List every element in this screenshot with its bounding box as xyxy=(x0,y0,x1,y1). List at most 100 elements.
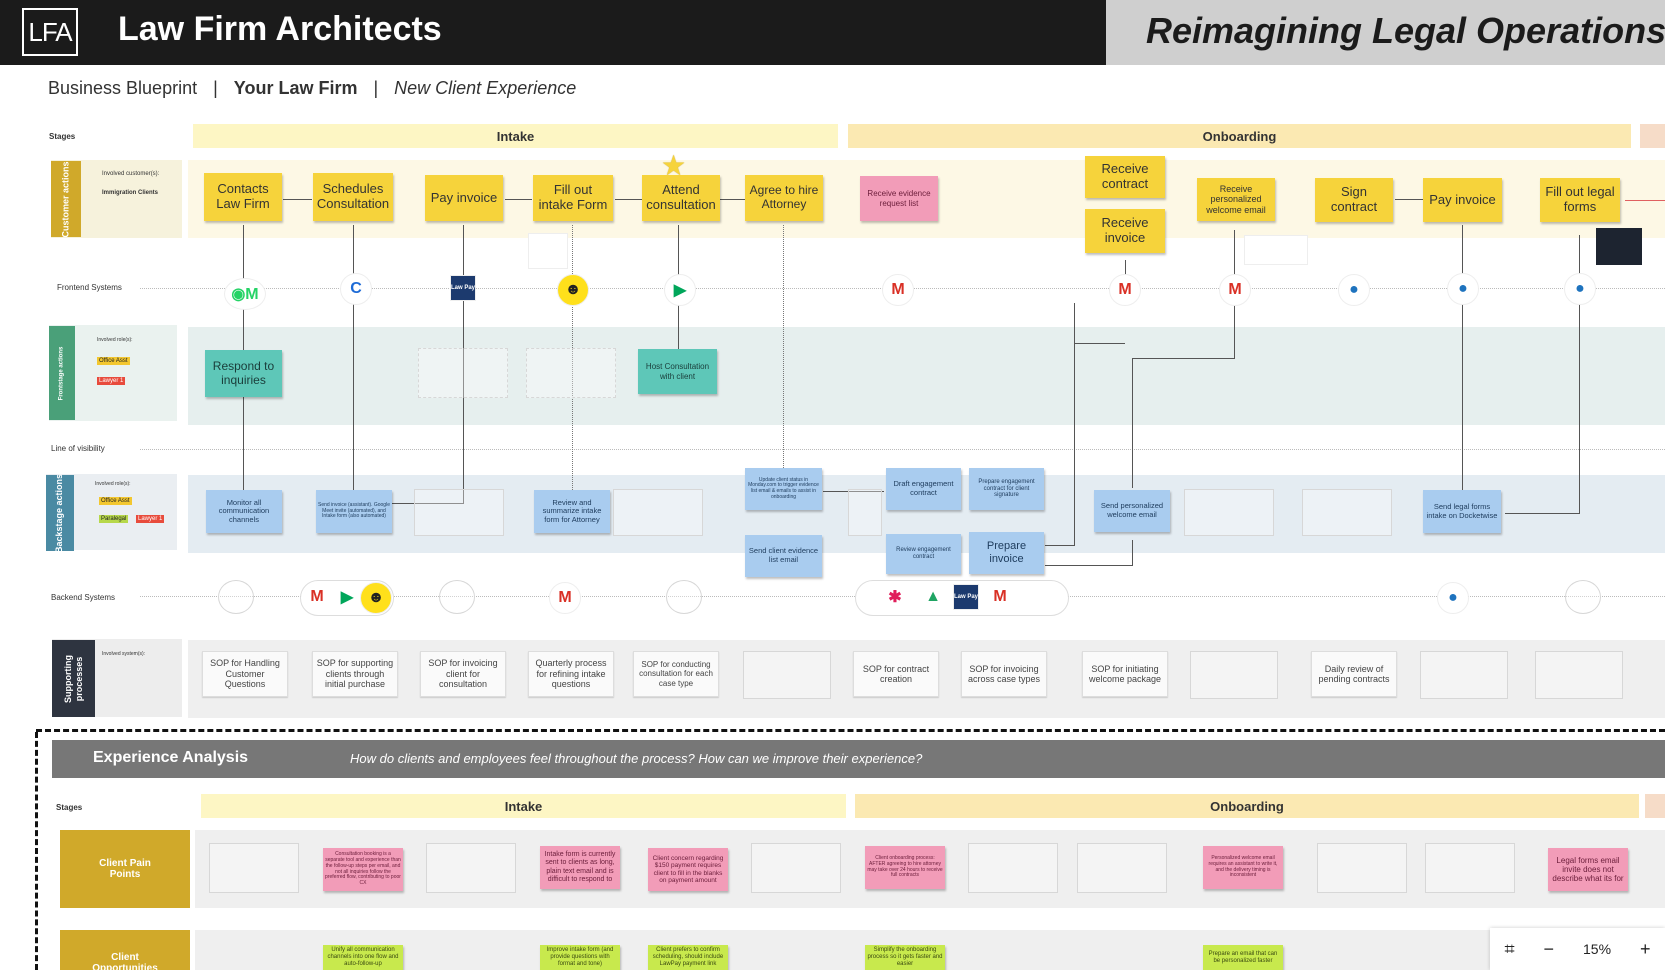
pain-point-note[interactable]: Intake form is currently sent to clients… xyxy=(540,846,620,889)
backstage-action-note[interactable]: Review and summarize intake form for Att… xyxy=(534,490,610,533)
lawpay-icon: Law Pay xyxy=(953,584,979,610)
pain-point-note[interactable]: Client concern regarding $150 payment re… xyxy=(648,848,728,891)
gmail-icon: M xyxy=(985,582,1015,612)
pain-point-note[interactable]: Client onboarding process: AFTER agreein… xyxy=(865,846,945,889)
backstage-action-note[interactable]: Send legal forms intake on Docketwise xyxy=(1423,490,1501,533)
opportunity-note[interactable]: Prepare an email that can be personalize… xyxy=(1203,945,1283,970)
breadcrumb-separator: | xyxy=(373,78,379,98)
supporting-process-note[interactable]: Daily review of pending contracts xyxy=(1311,651,1397,697)
google-meet-icon: ▶ xyxy=(332,582,362,612)
empty-frame xyxy=(526,348,616,398)
connector xyxy=(505,199,532,200)
stage-onboarding: Onboarding xyxy=(855,794,1639,818)
stage-intake: Intake xyxy=(201,794,846,818)
form-thumbnail xyxy=(528,233,568,269)
tagline: Reimagining Legal Operations xyxy=(1146,10,1665,51)
backstage-action-note[interactable]: Draft engagement contract xyxy=(886,468,961,510)
empty-frame xyxy=(751,843,841,893)
opportunity-note[interactable]: Simplify the onboarding process so it ge… xyxy=(865,945,945,970)
opportunity-note[interactable]: Unify all communication channels into on… xyxy=(323,945,403,970)
zoom-level[interactable]: 15% xyxy=(1583,941,1611,957)
customer-action-note[interactable]: Pay invoice xyxy=(1423,178,1502,222)
backstage-action-note[interactable]: Send personalized welcome email xyxy=(1094,490,1170,532)
section-divider xyxy=(36,729,1665,732)
connector xyxy=(1462,225,1463,490)
connector xyxy=(283,199,312,200)
connector xyxy=(783,225,784,468)
breadcrumb-part2: Your Law Firm xyxy=(233,78,358,98)
backstage-action-note[interactable]: Review engagement contract xyxy=(886,534,961,574)
customer-action-note[interactable]: Fill out legal forms xyxy=(1540,178,1620,222)
breadcrumb-separator: | xyxy=(213,78,218,98)
connector xyxy=(1132,358,1235,359)
empty-frame xyxy=(1535,651,1623,699)
customer-action-note[interactable]: Receive invoice xyxy=(1085,209,1165,253)
firm-name: Law Firm Architects xyxy=(118,10,442,48)
empty-frame xyxy=(418,348,508,398)
connector xyxy=(615,199,642,200)
empty-frame xyxy=(613,489,703,536)
customer-action-note[interactable]: Receive evidence request list xyxy=(860,176,938,221)
row-label-backstage: Backstage actions xyxy=(46,473,74,553)
supporting-process-note[interactable]: SOP for invoicing across case types xyxy=(961,651,1047,697)
zoom-in-button[interactable]: + xyxy=(1640,939,1651,960)
zoom-out-button[interactable]: − xyxy=(1544,939,1555,960)
backstage-action-note[interactable]: Prepare invoice xyxy=(969,532,1044,574)
pain-point-note[interactable]: Consultation booking is a separate tool … xyxy=(323,848,403,891)
mailchimp-icon: ☻ xyxy=(360,582,392,614)
empty-frame xyxy=(1184,489,1274,536)
frontstage-action-note[interactable]: Host Consultation with client xyxy=(638,349,717,394)
backstage-action-note[interactable]: Send invoice (assistant). Google Meet in… xyxy=(316,490,392,533)
lawpay-icon: Law Pay xyxy=(450,275,476,301)
customer-action-note[interactable]: Receive contract xyxy=(1085,156,1165,198)
opportunity-note[interactable]: Client prefers to confirm scheduling, sh… xyxy=(648,945,728,970)
breadcrumb-part3: New Client Experience xyxy=(394,78,577,98)
backstage-action-note[interactable]: Send client evidence list email xyxy=(745,535,822,577)
empty-frame xyxy=(743,651,831,699)
globe-icon: ● xyxy=(1564,273,1596,305)
empty-frame xyxy=(968,843,1058,893)
slack-icon: ✱ xyxy=(880,582,910,612)
row-label-opportunities: Client Opportunities to xyxy=(60,930,190,970)
involved-roles-label: Involved role(s): xyxy=(95,481,131,487)
customer-action-note[interactable]: Pay invoice xyxy=(425,175,503,221)
role-tag-lawyer: Lawyer 1 xyxy=(136,515,165,523)
line-of-visibility xyxy=(140,449,1665,450)
customer-action-note[interactable]: Contacts Law Firm xyxy=(204,173,282,221)
role-tag-lawyer: Lawyer 1 xyxy=(97,377,126,385)
supporting-process-note[interactable]: SOP for contract creation xyxy=(853,651,939,697)
customer-action-note[interactable]: Schedules Consultation xyxy=(313,173,393,221)
empty-frame xyxy=(209,843,299,893)
connector xyxy=(720,199,745,200)
involved-systems-label: Involved system(s): xyxy=(102,651,146,657)
supporting-process-note[interactable]: Quarterly process for refining intake qu… xyxy=(528,651,614,697)
stages-label: Stages xyxy=(49,132,76,141)
row-label-frontstage: Frontstage actions xyxy=(49,326,75,420)
empty-frame xyxy=(1420,651,1508,699)
customer-action-note[interactable]: Agree to hire Attorney xyxy=(745,175,823,221)
row-label-pain-points: Client Pain Points xyxy=(60,830,190,908)
supporting-process-note[interactable]: SOP for initiating welcome package xyxy=(1082,651,1168,697)
customer-action-note[interactable]: Receive personalized welcome email xyxy=(1197,178,1275,221)
globe-icon: ● xyxy=(1437,582,1469,614)
backstage-action-note[interactable]: Monitor all communication channels xyxy=(206,490,282,533)
pain-point-note[interactable]: Legal forms email invite does not descri… xyxy=(1548,848,1628,891)
supporting-process-note[interactable]: SOP for supporting clients through initi… xyxy=(312,651,398,697)
customer-action-note[interactable]: Attend consultation xyxy=(642,175,720,221)
opportunity-note[interactable]: Improve intake form (and provide questio… xyxy=(540,945,620,970)
supporting-process-note[interactable]: SOP for Handling Customer Questions xyxy=(202,651,288,697)
customer-action-note[interactable]: Fill out intake Form xyxy=(533,175,613,221)
backstage-action-note[interactable]: Prepare engagement contract for client s… xyxy=(969,468,1044,510)
customer-action-note[interactable]: Sign contract xyxy=(1315,178,1393,222)
pain-point-note[interactable]: Personalized welcome email requires an a… xyxy=(1203,846,1283,889)
frontstage-action-note[interactable]: Respond to inquiries xyxy=(205,350,282,397)
supporting-process-note[interactable]: SOP for conducting consultation for each… xyxy=(633,651,719,697)
empty-frame xyxy=(1302,489,1392,536)
empty-frame xyxy=(1190,651,1278,699)
empty-frame xyxy=(414,489,504,536)
fit-to-screen-icon[interactable]: ⌗ xyxy=(1504,939,1514,960)
globe-icon: ● xyxy=(1447,273,1479,305)
supporting-process-note[interactable]: SOP for invoicing client for consultatio… xyxy=(420,651,506,697)
backstage-action-note[interactable]: Update client status in Monday.com to tr… xyxy=(745,468,822,510)
whatsapp-gmail-icon: ◉M xyxy=(224,278,266,310)
